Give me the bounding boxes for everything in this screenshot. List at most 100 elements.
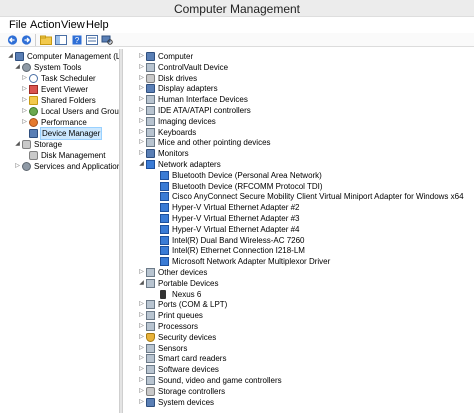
tree-item-label: Shared Folders: [41, 96, 96, 105]
tree-item-label: ControlVault Device: [158, 62, 229, 72]
show-hide-tree-icon[interactable]: [54, 34, 68, 46]
expand-arrow-icon[interactable]: ▷: [21, 73, 28, 84]
disk-icon: [146, 73, 155, 83]
dev-icon: [146, 116, 155, 126]
back-arrow-icon[interactable]: [5, 34, 19, 46]
expand-arrow-icon[interactable]: ▷: [21, 106, 28, 117]
shield-icon: [146, 332, 155, 342]
menu-action[interactable]: Action: [30, 19, 61, 31]
tree-item-label: Hyper-V Virtual Ethernet Adapter #2: [172, 203, 300, 213]
disk-icon: [22, 140, 31, 149]
help-icon[interactable]: ?: [70, 34, 84, 46]
tree-item-label: Cisco AnyConnect Secure Mobility Client …: [172, 192, 464, 202]
menu-help[interactable]: Help: [86, 19, 109, 31]
collapse-arrow-icon[interactable]: ◢: [14, 139, 21, 150]
scan-hardware-icon[interactable]: [100, 34, 114, 46]
tree-item-label: Display adapters: [158, 84, 218, 94]
expand-arrow-icon[interactable]: ▷: [138, 94, 145, 105]
computer-icon: [15, 52, 24, 61]
expand-arrow-icon[interactable]: ▷: [138, 310, 145, 321]
tree-item-label: Intel(R) Ethernet Connection I218-LM: [172, 246, 305, 256]
expand-arrow-icon[interactable]: ▷: [21, 84, 28, 95]
forward-arrow-icon[interactable]: [19, 34, 33, 46]
expand-arrow-icon[interactable]: ▷: [138, 73, 145, 84]
expand-arrow-icon[interactable]: ▷: [138, 353, 145, 364]
expand-arrow-icon[interactable]: ▷: [138, 267, 145, 278]
expand-arrow-icon[interactable]: ▷: [138, 83, 145, 94]
expand-arrow-icon[interactable]: ▷: [138, 62, 145, 73]
collapse-arrow-icon[interactable]: ◢: [138, 278, 145, 289]
dev-icon: [146, 311, 155, 321]
title-bar: Computer Management: [0, 0, 474, 17]
dev-icon: [146, 268, 155, 277]
tree-item-label: Storage controllers: [158, 386, 226, 396]
tree-item-label: Computer: [158, 52, 194, 61]
net-icon: [160, 181, 169, 191]
toolbar: ?: [0, 33, 474, 47]
net-icon: [160, 203, 169, 213]
up-folder-icon[interactable]: [39, 34, 53, 46]
net-icon: [160, 192, 169, 202]
expand-arrow-icon[interactable]: ▷: [138, 105, 145, 116]
menu-file[interactable]: File: [9, 19, 27, 31]
expand-arrow-icon[interactable]: ▷: [21, 117, 28, 128]
gear-icon: [22, 63, 31, 72]
collapse-arrow-icon[interactable]: ◢: [7, 51, 14, 62]
expand-arrow-icon[interactable]: ▷: [138, 51, 145, 62]
menu-view[interactable]: View: [61, 19, 85, 31]
tree-item-label: Ports (COM & LPT): [158, 300, 228, 310]
expand-arrow-icon[interactable]: ▷: [21, 95, 28, 106]
tree-item-label: Sound, video and game controllers: [158, 376, 282, 385]
expand-arrow-icon[interactable]: ▷: [138, 343, 145, 354]
expand-arrow-icon[interactable]: ▷: [138, 148, 145, 159]
tree-item-label: Keyboards: [158, 127, 197, 137]
tree-item-label: Hyper-V Virtual Ethernet Adapter #3: [172, 214, 300, 223]
dev-icon: [146, 95, 155, 105]
tree-item-label: Monitors: [158, 149, 189, 159]
gear-icon: [22, 162, 31, 171]
toolbar-separator: [35, 34, 36, 46]
net-icon: [160, 224, 169, 234]
tree-item-label: Network adapters: [158, 160, 221, 169]
computer-icon: [29, 129, 38, 138]
tree-item-label: Print queues: [158, 311, 203, 321]
folder-icon: [29, 96, 38, 105]
expand-arrow-icon[interactable]: ▷: [138, 386, 145, 397]
svg-text:?: ?: [75, 36, 80, 45]
window-title: Computer Management: [173, 2, 301, 16]
expand-arrow-icon[interactable]: ▷: [138, 375, 145, 386]
tree-item-label: Disk drives: [158, 73, 198, 83]
expand-arrow-icon[interactable]: ▷: [138, 127, 145, 138]
tree-item-label: Intel(R) Dual Band Wireless-AC 7260: [172, 235, 305, 245]
tree-item-label: Microsoft Network Adapter Multiplexor Dr…: [172, 257, 331, 267]
expand-arrow-icon[interactable]: ▷: [138, 397, 145, 408]
properties-icon[interactable]: [85, 34, 99, 46]
expand-arrow-icon[interactable]: ▷: [138, 332, 145, 343]
tree-item-label: Mice and other pointing devices: [158, 138, 271, 148]
perf-icon: [29, 118, 38, 127]
tree-item-label: Security devices: [158, 332, 217, 342]
menu-bar: File Action View Help: [0, 17, 474, 33]
tree-item-label: Services and Applications: [34, 162, 119, 171]
dev-icon: [146, 278, 155, 288]
dev-icon: [146, 354, 155, 364]
expand-arrow-icon[interactable]: ▷: [138, 137, 145, 148]
tree-item-label: Other devices: [158, 268, 208, 277]
dev-icon: [146, 343, 155, 353]
collapse-arrow-icon[interactable]: ◢: [138, 159, 145, 170]
net-icon: [160, 170, 169, 180]
expand-arrow-icon[interactable]: ▷: [138, 321, 145, 332]
computer-icon: [146, 397, 155, 407]
expand-arrow-icon[interactable]: ▷: [138, 299, 145, 310]
expand-arrow-icon[interactable]: ▷: [14, 161, 21, 172]
tree-item-label: Hyper-V Virtual Ethernet Adapter #4: [172, 224, 300, 234]
expand-arrow-icon[interactable]: ▷: [138, 364, 145, 375]
computer-icon: [146, 52, 155, 61]
expand-arrow-icon[interactable]: ▷: [138, 116, 145, 127]
collapse-arrow-icon[interactable]: ◢: [14, 62, 21, 73]
dev-icon: [146, 138, 155, 148]
